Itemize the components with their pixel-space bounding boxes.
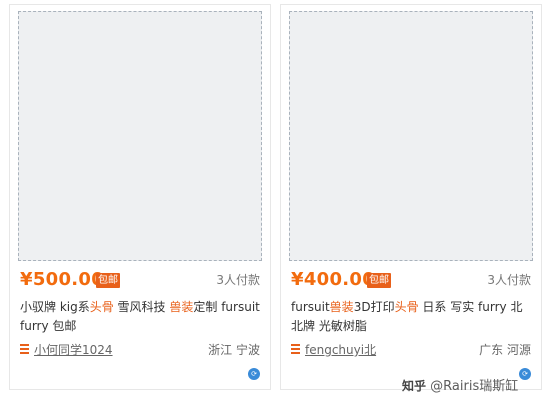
watermark-brand: 知乎 xyxy=(402,379,427,393)
title-keyword: 头骨 xyxy=(89,300,114,314)
product-image-frame[interactable] xyxy=(18,11,262,261)
shop-row: fengchuyi北 广东 河源 xyxy=(291,341,531,359)
title-part: 3D打印 xyxy=(353,300,395,314)
title-part: 小驭牌 kig系 xyxy=(20,300,90,314)
free-shipping-badge: 包邮 xyxy=(367,273,391,288)
product-image-frame[interactable] xyxy=(289,11,533,261)
product-title-link[interactable]: 小驭牌 kig系头骨 雪风科技 兽装定制 fursuit furry 包邮 xyxy=(20,298,260,336)
watermark: 知乎 @Rairis瑞斯缸 xyxy=(402,378,518,395)
shop-icon xyxy=(291,344,300,355)
similar-items-icon[interactable]: ⟳ xyxy=(248,368,260,380)
title-keyword: 兽装 xyxy=(329,300,354,314)
product-card[interactable]: ¥500.00 包邮 3人付款 小驭牌 kig系头骨 雪风科技 兽装定制 fur… xyxy=(9,4,271,390)
watermark-text: @Rairis瑞斯缸 xyxy=(430,379,519,394)
sold-count: 3人付款 xyxy=(487,273,531,287)
title-part: fursuit xyxy=(291,300,330,314)
price: ¥500.00 xyxy=(20,269,105,290)
shop-location: 广东 河源 xyxy=(479,343,531,357)
title-keyword: 兽装 xyxy=(169,300,194,314)
title-part: 雪风科技 xyxy=(113,300,170,314)
shop-name-link[interactable]: fengchuyi北 xyxy=(305,341,376,359)
shop-name-link[interactable]: 小何同学1024 xyxy=(34,341,113,359)
product-image-placeholder[interactable] xyxy=(18,11,262,261)
price-row: ¥400.00 包邮 3人付款 xyxy=(291,269,531,291)
product-image-placeholder[interactable] xyxy=(289,11,533,261)
product-card[interactable]: ¥400.00 包邮 3人付款 fursuit兽装3D打印头骨 日系 写实 fu… xyxy=(280,4,542,390)
product-title-link[interactable]: fursuit兽装3D打印头骨 日系 写实 furry 北北牌 光敏树脂 xyxy=(291,298,531,336)
shop-location: 浙江 宁波 xyxy=(208,343,260,357)
shop-row: 小何同学1024 浙江 宁波 xyxy=(20,341,260,359)
sold-count: 3人付款 xyxy=(216,273,260,287)
similar-items-icon[interactable]: ⟳ xyxy=(519,368,531,380)
price-row: ¥500.00 包邮 3人付款 xyxy=(20,269,260,291)
shop-icon xyxy=(20,344,29,355)
free-shipping-badge: 包邮 xyxy=(96,273,120,288)
title-keyword: 头骨 xyxy=(394,300,419,314)
price: ¥400.00 xyxy=(291,269,376,290)
